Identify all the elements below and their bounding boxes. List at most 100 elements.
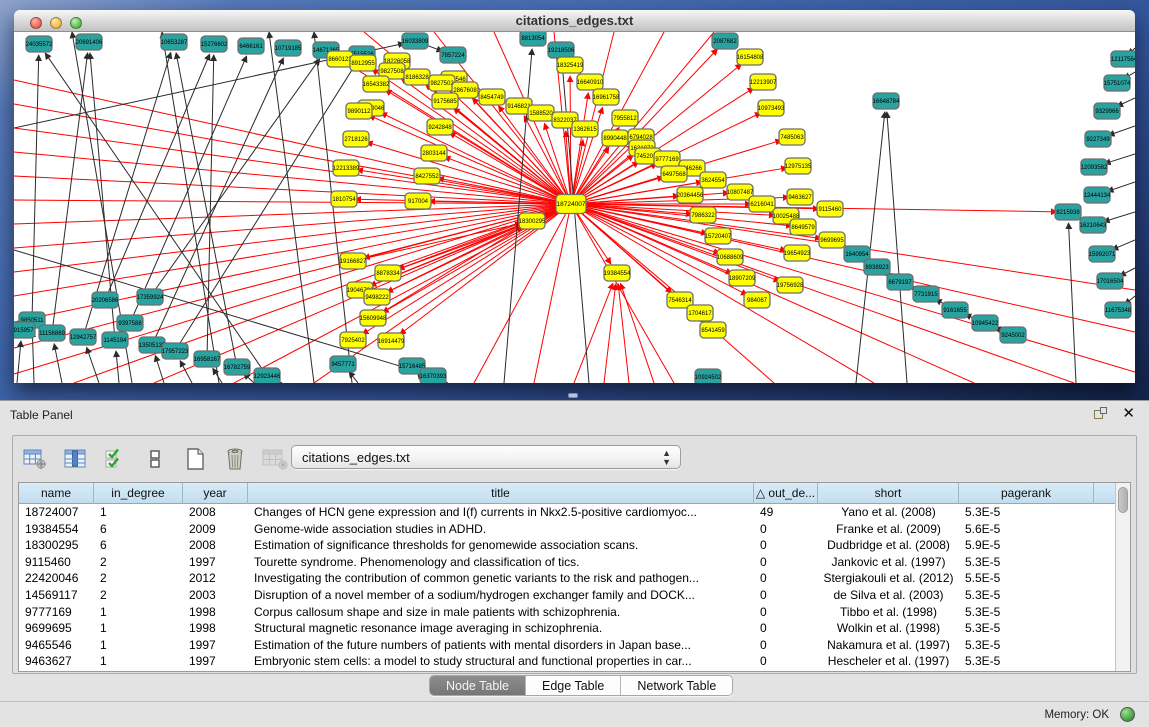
row-height-button[interactable] <box>141 445 169 473</box>
network-node[interactable]: 12093582 <box>1081 159 1108 175</box>
network-node[interactable]: 9827502 <box>429 75 455 91</box>
network-node[interactable]: 12942757 <box>70 329 97 345</box>
network-node[interactable]: 10688609 <box>717 249 744 265</box>
window-titlebar[interactable]: citations_edges.txt <box>14 10 1135 32</box>
network-node[interactable]: 19166827 <box>340 253 367 269</box>
network-node[interactable]: 20206586 <box>92 292 119 308</box>
network-node[interactable]: 8660123 <box>327 51 353 67</box>
network-node[interactable]: 9175685 <box>432 93 458 109</box>
network-node[interactable]: 12444134 <box>1084 187 1111 203</box>
network-node[interactable]: 10973493 <box>758 100 785 116</box>
network-node[interactable]: 16640910 <box>577 74 604 90</box>
network-node[interactable]: 8813054 <box>520 32 546 46</box>
network-node[interactable]: 10924502 <box>695 369 722 383</box>
network-node[interactable]: 12213907 <box>750 74 777 90</box>
tab-network-table[interactable]: Network Table <box>621 676 732 695</box>
network-node[interactable]: 7857224 <box>440 47 466 63</box>
network-node[interactable]: 3624554 <box>700 172 726 188</box>
network-node[interactable]: 16210643 <box>1080 217 1107 233</box>
table-row[interactable]: 977716911998Corpus callosum shape and si… <box>19 604 1115 621</box>
network-node[interactable]: 2718126 <box>343 131 369 147</box>
splitter-handle[interactable] <box>568 393 578 398</box>
network-node[interactable]: 16648784 <box>873 93 900 109</box>
network-node[interactable]: 8186328 <box>404 69 430 85</box>
network-node[interactable]: 11675348 <box>1105 302 1132 318</box>
network-node[interactable]: 8990448 <box>602 130 628 146</box>
network-node[interactable]: 15720407 <box>705 228 732 244</box>
network-node[interactable]: 19756928 <box>777 277 804 293</box>
network-node[interactable]: 1704617 <box>687 305 713 321</box>
network-node[interactable]: 12923446 <box>254 368 281 383</box>
network-node[interactable]: 16961758 <box>593 89 620 105</box>
network-node[interactable]: 12213389 <box>333 160 360 176</box>
network-node[interactable]: 9245002 <box>1000 327 1026 343</box>
network-node[interactable]: 16914479 <box>378 333 405 349</box>
network-node[interactable]: 6466161 <box>238 38 264 54</box>
network-node[interactable]: 19654923 <box>784 245 811 261</box>
network-node[interactable]: 9457771 <box>330 356 356 372</box>
network-node[interactable]: 1588520 <box>528 105 554 121</box>
network-node[interactable]: 6216041 <box>749 196 775 212</box>
table-scrollbar[interactable] <box>1115 483 1130 671</box>
column-header-pagerank[interactable]: pagerank <box>959 483 1094 504</box>
network-node[interactable]: 9397588 <box>117 315 143 331</box>
network-node[interactable]: 24035572 <box>26 36 53 52</box>
column-checks-button[interactable] <box>101 445 129 473</box>
network-canvas[interactable]: 2403557220691406106532871527660264661611… <box>14 32 1135 383</box>
table-row[interactable]: 969969511998Structural magnetic resonanc… <box>19 620 1115 637</box>
table-row[interactable]: 1830029562008Estimation of significance … <box>19 537 1115 554</box>
network-node[interactable]: 1145194 <box>102 332 128 348</box>
table-select-dropdown[interactable]: citations_edges.txt ▲▼ <box>291 445 681 469</box>
column-header-out-de-[interactable]: △ out_de... <box>754 483 818 504</box>
network-node[interactable]: 20364456 <box>677 187 704 203</box>
table-row[interactable]: 946554611997Estimation of the future num… <box>19 637 1115 654</box>
network-node[interactable]: 10719185 <box>275 40 302 56</box>
network-node[interactable]: 16370393 <box>420 368 447 383</box>
new-column-button[interactable] <box>181 445 209 473</box>
network-node[interactable]: 15751074 <box>1104 75 1131 91</box>
network-node[interactable]: 16154808 <box>737 49 764 65</box>
column-header-year[interactable]: year <box>183 483 248 504</box>
network-node[interactable]: 8427552 <box>414 168 440 184</box>
network-view-window[interactable]: citations_edges.txt 24035572206914061065… <box>14 10 1135 383</box>
network-node[interactable]: 3915957 <box>14 322 35 338</box>
close-panel-icon[interactable]: ✕ <box>1122 407 1135 421</box>
table-mode-button[interactable] <box>21 445 49 473</box>
network-node[interactable]: 18300295 <box>519 213 546 229</box>
network-node[interactable]: 8215938 <box>1055 204 1081 220</box>
network-node[interactable]: 1362615 <box>572 121 598 137</box>
network-node[interactable]: 18907209 <box>729 270 756 286</box>
network-node[interactable]: 17016504 <box>1097 273 1124 289</box>
delete-table-button[interactable] <box>261 445 289 473</box>
network-node[interactable]: 8878334 <box>375 265 401 281</box>
network-node[interactable]: 9498222 <box>364 289 390 305</box>
column-header-short[interactable]: short <box>818 483 959 504</box>
network-node[interactable]: 1810754 <box>331 191 357 207</box>
network-node[interactable]: 9699695 <box>819 232 845 248</box>
network-node[interactable]: 11156869 <box>39 325 66 341</box>
table-row[interactable]: 1938455462009Genome-wide association stu… <box>19 521 1115 538</box>
network-node[interactable]: 9161655 <box>942 302 968 318</box>
network-node[interactable]: 9777169 <box>654 151 680 167</box>
network-node[interactable]: 8541459 <box>700 322 726 338</box>
network-node[interactable]: 16033809 <box>402 33 429 49</box>
table-scrollbar-thumb[interactable] <box>1118 487 1128 513</box>
select-columns-button[interactable] <box>61 445 89 473</box>
network-node[interactable]: 9227349 <box>1085 131 1111 147</box>
network-node[interactable]: 12975135 <box>785 158 812 174</box>
network-node[interactable]: 7955812 <box>612 110 638 126</box>
tab-node-table[interactable]: Node Table <box>430 676 526 695</box>
float-panel-icon[interactable] <box>1094 407 1108 421</box>
network-node[interactable]: 16782759 <box>224 359 251 375</box>
tab-edge-table[interactable]: Edge Table <box>526 676 621 695</box>
network-node[interactable]: 12117564 <box>1111 51 1135 67</box>
table-row[interactable]: 911546021997Tourette syndrome. Phenomeno… <box>19 554 1115 571</box>
network-node[interactable]: 15992071 <box>1089 246 1116 262</box>
table-row[interactable]: 1456911722003Disruption of a novel membe… <box>19 587 1115 604</box>
network-node[interactable]: 917004 <box>405 193 431 209</box>
network-node[interactable]: 7731915 <box>913 286 939 302</box>
table-row[interactable]: 946362711997Embryonic stem cells: a mode… <box>19 653 1115 670</box>
network-node[interactable]: 8912955 <box>350 55 376 71</box>
network-node[interactable]: 6679197 <box>887 274 913 290</box>
delete-columns-button[interactable] <box>221 445 249 473</box>
